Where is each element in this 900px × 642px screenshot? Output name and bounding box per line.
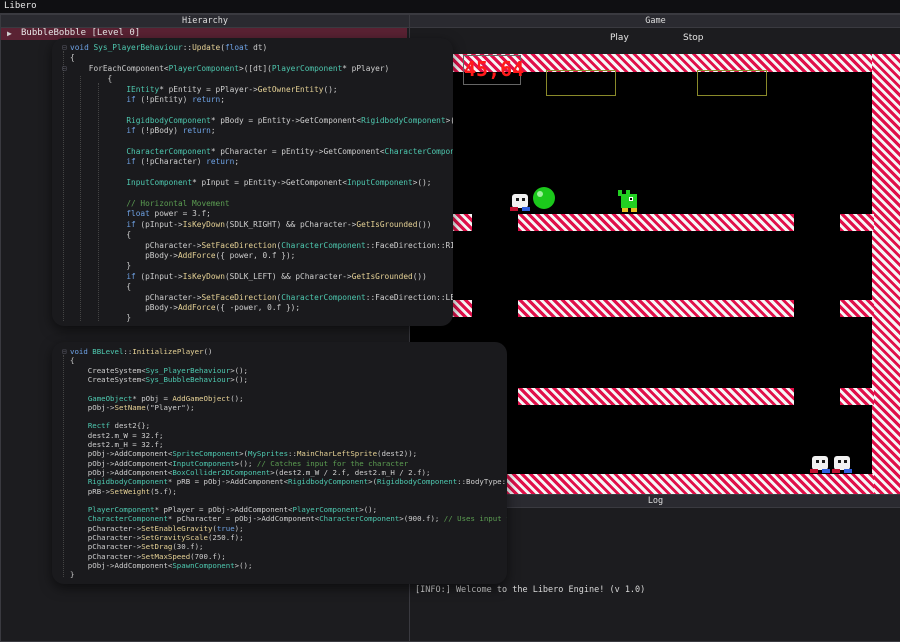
enemy-sprite [832, 456, 852, 473]
code-line: ⊟ void BBLevel::InitializePlayer() [62, 347, 213, 356]
code-line: pCharacter->SetMaxSpeed(700.f); [70, 551, 226, 561]
code-line: CreateSystem<Sys_PlayerBehaviour>(); [70, 365, 249, 375]
bubble-sprite [533, 187, 555, 209]
code-line: RigidbodyComponent* pRB = pObj->AddCompo… [87, 477, 507, 487]
code-line: { [70, 230, 132, 240]
code-line: { [70, 356, 75, 366]
platform [840, 300, 874, 317]
code-line: Rectf dest2{}; [87, 421, 151, 431]
platform [518, 300, 794, 317]
platform [518, 388, 794, 405]
code-line: pBody->AddForce({ power, 0.f }); [70, 251, 296, 260]
code-line: float power = 3.f; [126, 209, 211, 219]
code-line: { [70, 282, 132, 292]
player-dragon-sprite [618, 190, 637, 212]
code-line: CharacterComponent* pCharacter = pEntity… [126, 147, 453, 156]
code-line: pObj->AddComponent<BoxCollider2DComponen… [70, 467, 431, 477]
stop-button[interactable]: Stop [683, 33, 703, 43]
platform [840, 214, 874, 231]
right-wall [872, 54, 900, 494]
code-line: RigidbodyComponent* pBody = pEntity->Get… [126, 115, 453, 125]
menu-bar: Libero [0, 0, 900, 14]
code-line: pObj->AddComponent<SpriteComponent>(MySp… [70, 449, 418, 459]
code-snippet-initialize-player: ⊟ void BBLevel::InitializePlayer() { Crea… [52, 342, 507, 584]
code-line: ⊟ ForEachComponent<PlayerComponent>([dt]… [62, 63, 390, 73]
code-line: dest2.m_H = 32.f; [70, 440, 164, 449]
play-button[interactable]: Play [610, 33, 629, 43]
code-line: pCharacter->SetEnableGravity(true); [70, 523, 244, 533]
code-line: pBody->AddForce({ -power, 0.f }); [70, 303, 301, 312]
hierarchy-title: Hierarchy [1, 15, 409, 28]
code-line: pCharacter->SetFaceDirection(CharacterCo… [70, 240, 453, 250]
code-line: pCharacter->SetDrag(30.f); [70, 542, 204, 552]
code-line: if (!pCharacter) return; [126, 157, 240, 167]
code-line: InputComponent* pInput = pEntity->GetCom… [126, 178, 432, 188]
code-line: } [70, 261, 132, 271]
hud-box [546, 70, 616, 96]
enemy-sprite [510, 194, 530, 211]
code-line: { [70, 53, 75, 63]
hud-box [697, 70, 767, 96]
code-line: CharacterComponent* pCharacter = pObj->A… [87, 514, 507, 524]
score-display: 45,64 [463, 55, 524, 85]
code-line: GameObject* pObj = AddGameObject(); [87, 393, 244, 403]
game-title: Game [410, 15, 900, 28]
code-line: PlayerComponent* pPlayer = pObj->AddComp… [87, 505, 378, 515]
code-line: pObj->SetName("Player"); [70, 402, 195, 412]
code-line: pObj->AddComponent<SpawnComponent>(); [70, 560, 253, 570]
code-line: dest2.m_W = 32.f; [70, 430, 164, 440]
platform [840, 388, 874, 405]
enemy-sprite [810, 456, 830, 473]
code-line: // Horizontal Movement [126, 199, 230, 208]
code-line: if (pInput->IsKeyDown(SDLK_LEFT) && pCha… [126, 271, 427, 281]
code-line: { [70, 74, 113, 84]
code-line: } [70, 570, 75, 580]
code-line: pCharacter->SetFaceDirection(CharacterCo… [70, 292, 453, 302]
code-line: IEntity* pEntity = pPlayer->GetOwnerEnti… [126, 84, 338, 94]
code-line: if (pInput->IsKeyDown(SDLK_RIGHT) && pCh… [126, 219, 432, 229]
platform [518, 214, 794, 231]
app-title: Libero [4, 1, 37, 11]
log-line: [INFO:] Welcome to the Libero Engine! (v… [415, 585, 646, 595]
code-line: pRB->SetWeight(5.f); [70, 486, 177, 496]
code-line: pCharacter->SetGravityScale(250.f); [70, 533, 244, 542]
code-line: pObj->AddComponent<InputComponent>(); //… [70, 458, 409, 468]
code-line: if (!pEntity) return; [126, 95, 225, 104]
code-snippet-update: ⊟ void Sys_PlayerBehaviour::Update(float … [52, 38, 453, 326]
code-line: ⊟ void Sys_PlayerBehaviour::Update(float … [62, 43, 268, 52]
code-line: CreateSystem<Sys_BubbleBehaviour>(); [70, 374, 249, 384]
code-line: } [70, 313, 132, 323]
code-line: if (!pBody) return; [126, 126, 216, 136]
expand-arrow-icon[interactable]: ▶ [7, 29, 12, 38]
hierarchy-item-label: BubbleBobble [Level 0] [21, 28, 141, 38]
